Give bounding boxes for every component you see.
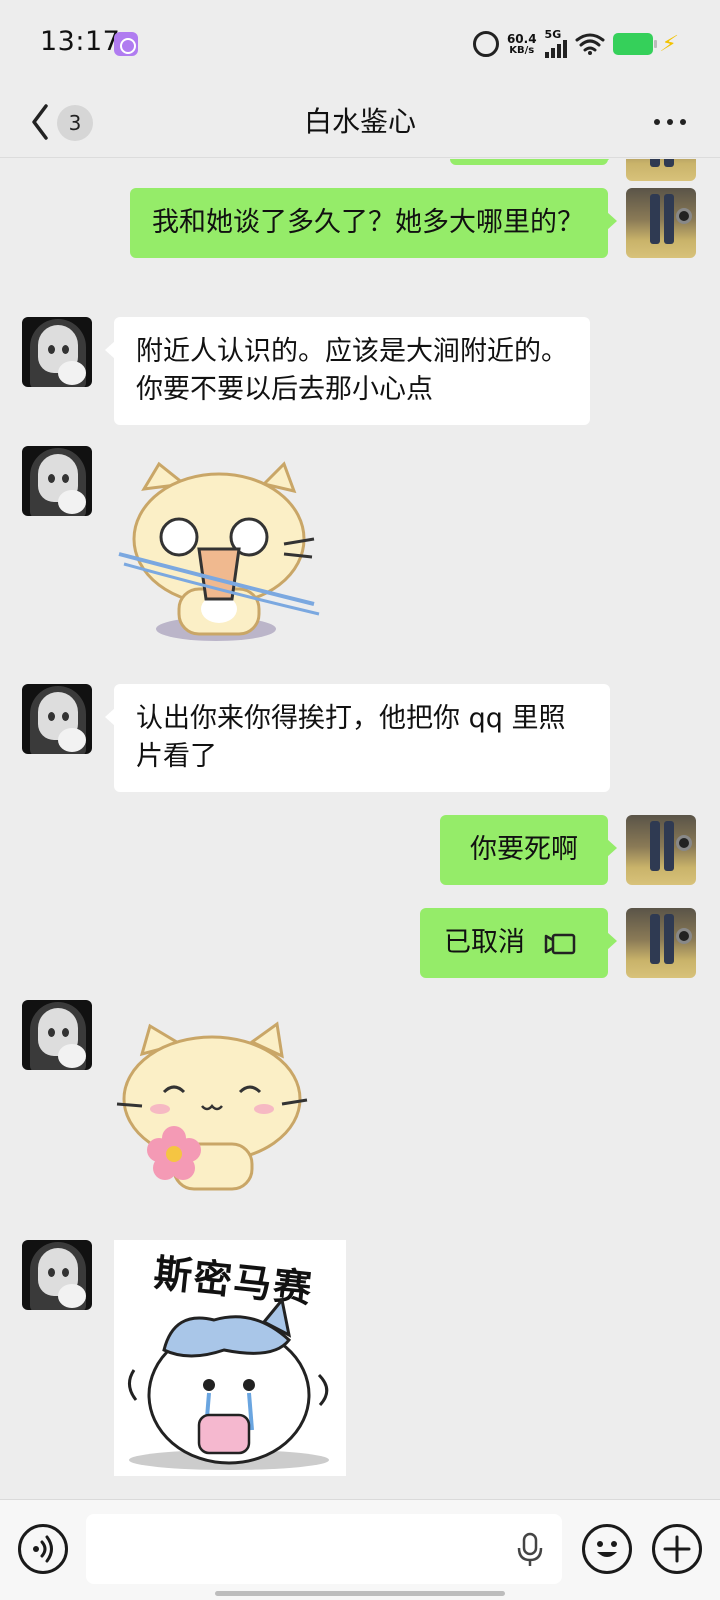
contact-avatar[interactable] [22, 684, 92, 754]
emoji-icon[interactable] [582, 1524, 632, 1574]
self-avatar[interactable] [626, 188, 696, 258]
call-status-text: 已取消 [444, 927, 525, 958]
app-notification-icon [114, 32, 138, 56]
message-bubble[interactable]: 我和她谈了多久了？她多大哪里的？ [130, 188, 617, 258]
more-options-icon[interactable] [650, 110, 690, 134]
message-bubble[interactable]: 附近人认识的。应该是大涧附近的。你要不要以后去那小心点 [105, 317, 590, 425]
wifi-icon [575, 33, 605, 55]
video-call-icon [544, 933, 575, 954]
status-icons: 60.4 KB/s 5G ⚡ [472, 28, 680, 60]
self-avatar[interactable] [626, 815, 696, 885]
charging-icon: ⚡ [657, 31, 680, 57]
crying-cat-sticker[interactable]: 斯密马赛 [114, 1240, 346, 1476]
voice-input-toggle-icon[interactable] [18, 1524, 68, 1574]
self-avatar[interactable] [626, 908, 696, 978]
call-cancelled-bubble[interactable]: 已取消 [420, 908, 617, 978]
home-indicator[interactable] [215, 1591, 505, 1596]
self-avatar[interactable] [626, 159, 696, 181]
cellular-signal-icon: 5G [544, 29, 567, 58]
contact-avatar[interactable] [22, 1000, 92, 1070]
microphone-icon[interactable] [515, 1532, 545, 1568]
message-list[interactable]: 我和她谈了多久了？她多大哪里的？ 附近人认识的。应该是大涧附近的。你要不要以后去… [0, 159, 720, 1499]
contact-avatar[interactable] [22, 1240, 92, 1310]
cat-startled-sticker[interactable] [114, 459, 334, 649]
message-bubble[interactable]: 认出你来你得挨打，他把你 qq 里照片看了 [105, 684, 610, 792]
status-time: 13:17 [40, 26, 121, 57]
network-speed: 60.4 KB/s [506, 31, 537, 56]
more-functions-plus-icon[interactable] [652, 1524, 702, 1574]
chat-title: 白水鉴心 [303, 105, 416, 138]
alarm-icon [472, 31, 499, 57]
chat-header: 3 白水鉴心 [0, 88, 720, 158]
cat-flower-sticker[interactable] [112, 1014, 312, 1204]
contact-avatar[interactable] [22, 317, 92, 387]
status-bar: 13:17 60.4 KB/s 5G ⚡ [0, 0, 720, 88]
contact-avatar[interactable] [22, 446, 92, 516]
message-bubble-partial[interactable] [450, 159, 617, 165]
message-bubble[interactable]: 你要死啊 [440, 815, 617, 885]
battery-icon [612, 33, 657, 55]
message-input[interactable] [86, 1514, 562, 1584]
input-bar [0, 1499, 720, 1600]
